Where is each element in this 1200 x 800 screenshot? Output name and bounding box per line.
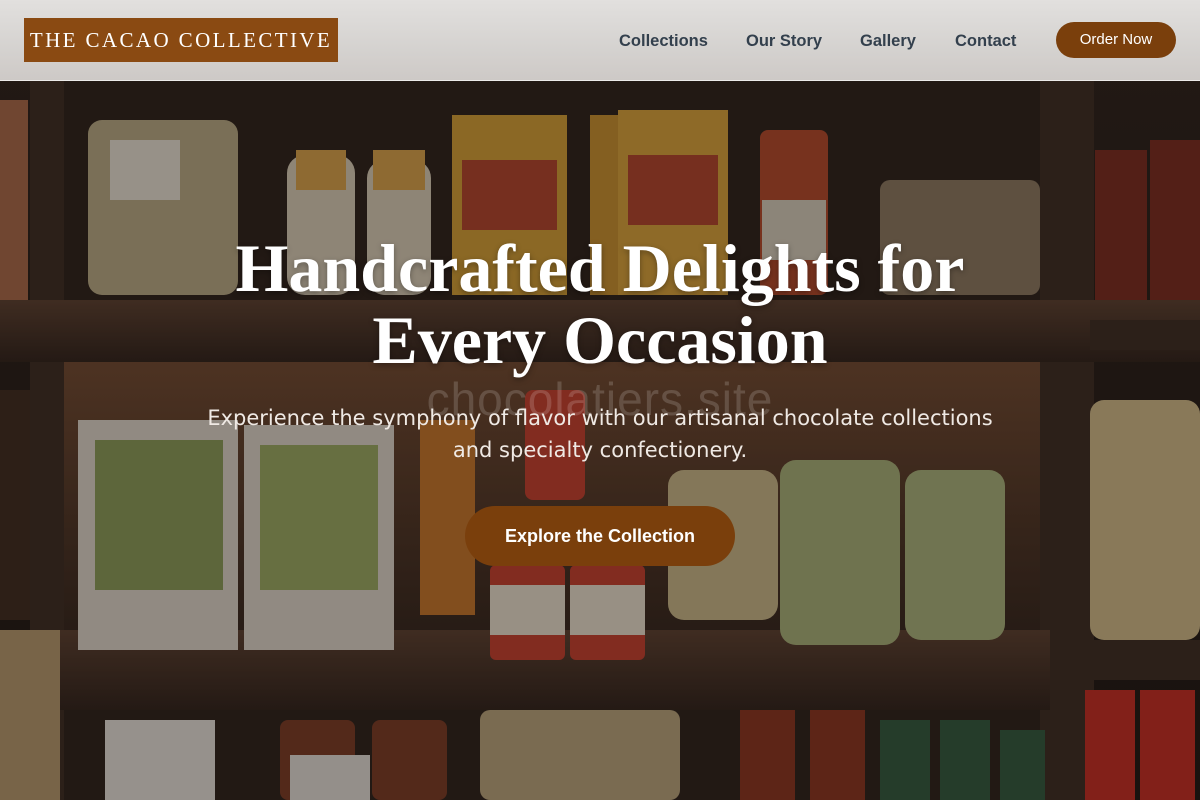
explore-collection-button[interactable]: Explore the Collection (465, 506, 735, 566)
main-nav: Collections Our Story Gallery Contact (0, 30, 1200, 52)
hero-title-line-1: Handcrafted Delights for (235, 230, 965, 306)
hero-subtitle-line-2: and specialty confectionery. (452, 438, 748, 462)
order-now-button[interactable]: Order Now (1056, 22, 1176, 58)
hero-title-line-2: Every Occasion (372, 302, 828, 378)
nav-link-our-story[interactable]: Our Story (746, 30, 822, 52)
hero-subtitle: Experience the symphony of flavor with o… (170, 402, 1030, 466)
hero-title: Handcrafted Delights for Every Occasion (150, 232, 1050, 376)
site-header: THE CACAO COLLECTIVE Collections Our Sto… (0, 0, 1200, 81)
hero-section: chocolatiers.site Handcrafted Delights f… (0, 0, 1200, 800)
hero-subtitle-line-1: Experience the symphony of flavor with o… (207, 406, 993, 430)
nav-link-collections[interactable]: Collections (619, 30, 708, 52)
nav-link-contact[interactable]: Contact (955, 30, 1016, 52)
nav-link-gallery[interactable]: Gallery (860, 30, 916, 52)
